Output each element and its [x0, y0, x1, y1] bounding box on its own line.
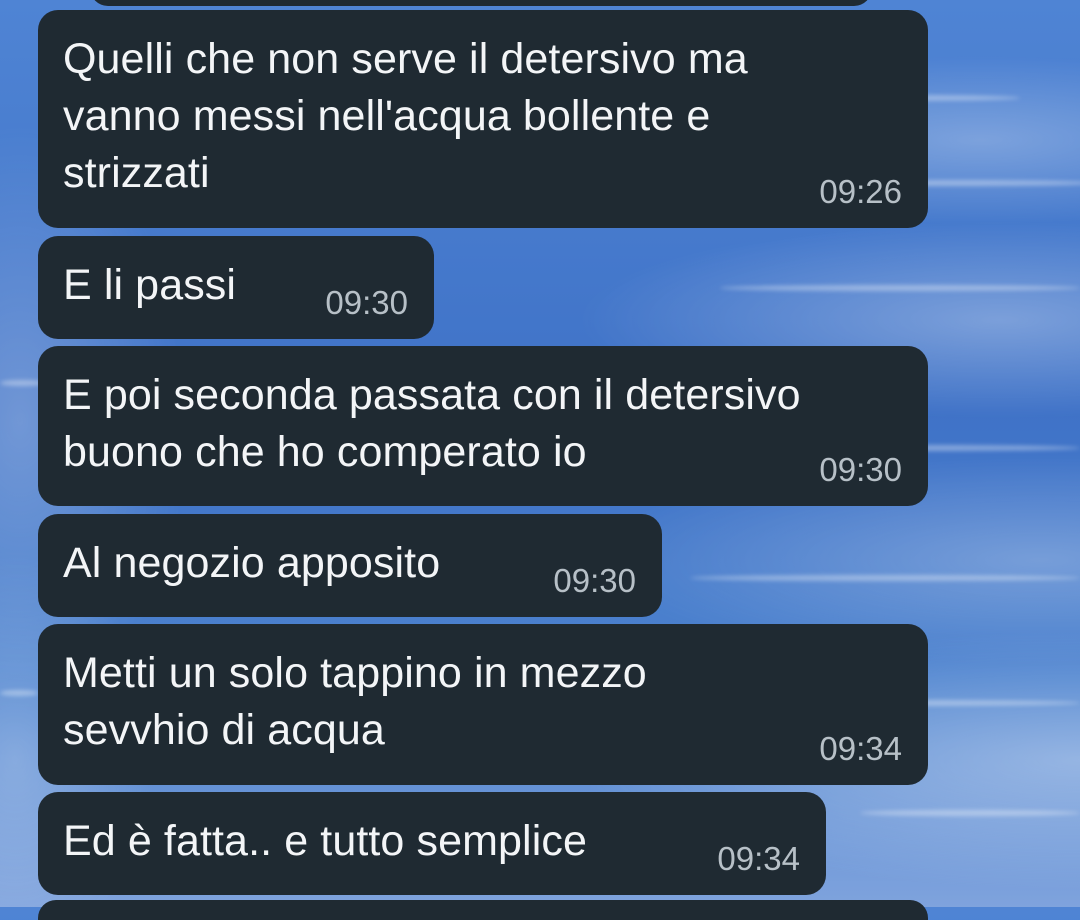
message-line: vanno messi nell'acqua bollente e	[63, 92, 711, 140]
message-line: Al negozio apposito	[63, 539, 441, 587]
message-line: Metti un solo tappino in mezzo	[63, 649, 647, 697]
message-text: E li passi	[63, 257, 236, 314]
message-timestamp: 09:30	[325, 284, 408, 321]
message-bubble[interactable]: Al negozio apposito 09:30	[38, 514, 662, 617]
message-bubble[interactable]: Metti un solo tappino in mezzo sevvhio d…	[38, 624, 928, 785]
message-line: sevvhio di acqua	[63, 706, 385, 754]
message-timestamp: 09:34	[717, 840, 800, 877]
message-line: buono che ho comperato io	[63, 428, 587, 476]
message-bubble[interactable]: E poi seconda passata con il detersivo b…	[38, 346, 928, 506]
message-line: strizzati	[63, 149, 210, 197]
message-line: E poi seconda passata con il detersivo	[63, 371, 801, 419]
message-timestamp: 09:26	[819, 173, 902, 210]
message-line: Ed è fatta.. e tutto semplice	[63, 817, 587, 865]
message-bubble[interactable]: Ed è fatta.. e tutto semplice 09:34	[38, 792, 826, 895]
message-text: Ed è fatta.. e tutto semplice	[63, 813, 587, 870]
message-bubble[interactable]: E li passi 09:30	[38, 236, 434, 339]
message-text: E poi seconda passata con il detersivo b…	[63, 367, 801, 481]
message-line: E li passi	[63, 261, 237, 309]
message-timestamp: 09:34	[819, 730, 902, 767]
message-bubble[interactable]: Quelli che non serve il detersivo ma van…	[38, 10, 928, 228]
message-text: Metti un solo tappino in mezzo sevvhio d…	[63, 645, 647, 759]
message-line: Quelli che non serve il detersivo ma	[63, 35, 748, 83]
message-timestamp: 09:30	[553, 562, 636, 599]
next-message-bubble-edge	[38, 900, 928, 920]
message-timestamp: 09:30	[819, 451, 902, 488]
message-text: Al negozio apposito	[63, 535, 440, 592]
message-text: Quelli che non serve il detersivo ma van…	[63, 31, 748, 202]
previous-message-bubble-edge	[90, 0, 872, 6]
